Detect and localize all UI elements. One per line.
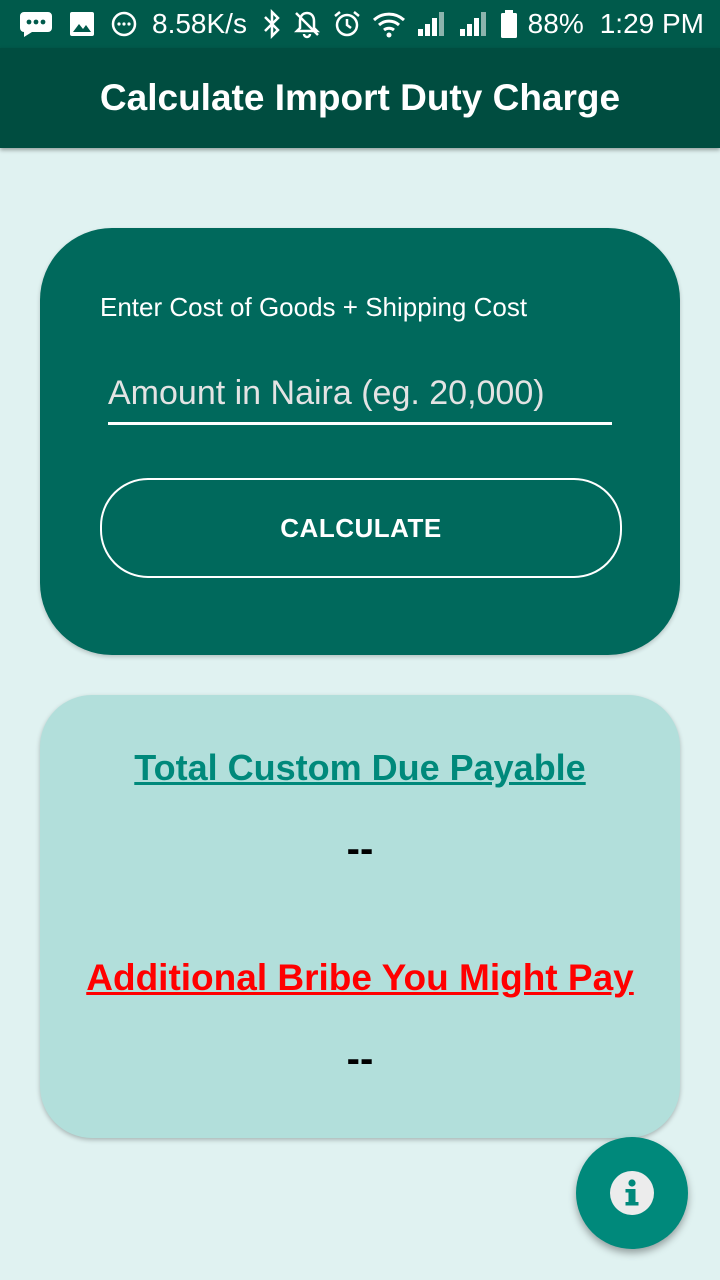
clock-time: 1:29 PM bbox=[599, 8, 704, 39]
app-bar: Calculate Import Duty Charge bbox=[0, 48, 720, 148]
additional-bribe-title: Additional Bribe You Might Pay bbox=[86, 957, 634, 998]
amount-input[interactable]: Amount in Naira (eg. 20,000) bbox=[108, 368, 612, 425]
amount-input-placeholder: Amount in Naira (eg. 20,000) bbox=[108, 374, 545, 412]
calculate-button[interactable]: CALCULATE bbox=[100, 478, 622, 578]
status-bar-left: 8.58K/s bbox=[18, 8, 247, 40]
chat-bubble-icon bbox=[110, 10, 138, 38]
signal-icon bbox=[458, 11, 490, 37]
total-custom-due-value: -- bbox=[346, 827, 374, 871]
signal-icon bbox=[416, 11, 448, 37]
cost-input-label: Enter Cost of Goods + Shipping Cost bbox=[100, 292, 528, 322]
network-speed: 8.58K/s bbox=[152, 8, 247, 39]
battery-icon bbox=[500, 9, 518, 39]
status-bar: 8.58K/s 88% 1:29 PM bbox=[0, 0, 720, 48]
info-icon bbox=[608, 1169, 656, 1217]
image-icon bbox=[68, 10, 96, 38]
result-card: Total Custom Due Payable -- Additional B… bbox=[40, 695, 680, 1138]
input-card: Enter Cost of Goods + Shipping Cost Amou… bbox=[40, 228, 680, 655]
battery-percent: 88% bbox=[527, 8, 584, 39]
message-icon bbox=[18, 10, 54, 38]
additional-bribe-value: -- bbox=[346, 1037, 374, 1081]
alarm-icon bbox=[332, 9, 362, 39]
notifications-off-icon bbox=[292, 9, 322, 39]
app-bar-title: Calculate Import Duty Charge bbox=[99, 77, 621, 118]
calculate-button-label: CALCULATE bbox=[280, 512, 442, 543]
wifi-icon bbox=[372, 10, 406, 38]
info-fab-button[interactable] bbox=[576, 1137, 688, 1249]
bluetooth-icon bbox=[262, 9, 282, 39]
status-bar-right: 88% 1:29 PM bbox=[262, 8, 704, 40]
total-custom-due-title: Total Custom Due Payable bbox=[134, 747, 586, 788]
